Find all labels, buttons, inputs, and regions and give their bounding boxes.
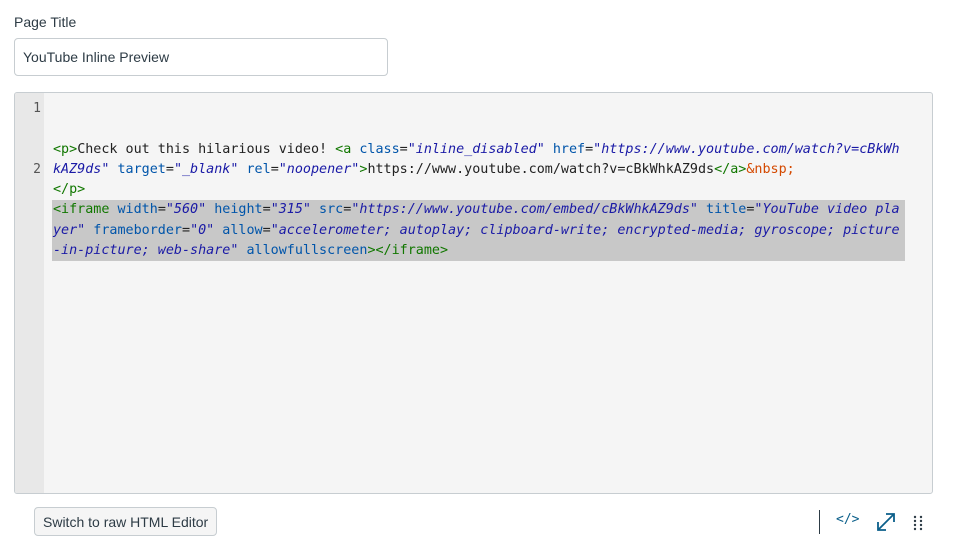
drag-handle-dots-icon[interactable] [913,515,923,531]
code-token: "noopener" [278,161,360,177]
line-number: 1 [33,101,41,116]
page-title-label: Page Title [14,14,77,30]
code-token: width [109,202,158,218]
code-token: "315" [270,202,311,218]
code-token: allow [214,222,263,238]
code-token: = [585,141,594,157]
code-token: class [351,141,400,157]
code-token: = [399,141,408,157]
code-line-2: <iframe width="560" height="315" src="ht… [52,200,905,262]
code-token: "_blank" [173,161,239,177]
code-token: </iframe> [375,243,449,259]
code-token: "560" [165,202,207,218]
toolbar-divider [819,510,820,534]
code-token: <a [335,141,352,157]
code-token: = [157,202,166,218]
code-content[interactable]: <p>Check out this hilarious video! <a cl… [52,99,905,302]
line-number-gutter: 1 2 [15,93,44,493]
code-token: <iframe [53,202,110,218]
code-token: allowfullscreen [238,243,368,259]
editor-status-bar: Switch to raw HTML Editor </> [0,500,953,548]
code-token: </a> [714,161,747,177]
code-token: &nbsp; [746,161,795,177]
code-token: = [270,161,279,177]
code-token: "0" [190,222,215,238]
code-token: frameborder [85,222,182,238]
code-brackets-icon[interactable]: </> [836,512,859,527]
code-token: height [206,202,263,218]
switch-raw-html-editor-button[interactable]: Switch to raw HTML Editor [34,507,218,536]
code-token: target [109,161,166,177]
code-token: href [544,141,586,157]
code-token: Check out this hilarious video! [77,141,336,157]
code-token: = [262,222,271,238]
page-title-input[interactable] [14,38,388,76]
expand-diagonal-icon[interactable] [874,510,898,534]
code-token: </p> [53,182,86,198]
html-code-editor[interactable]: 1 2 <p>Check out this hilarious video! <… [14,92,933,494]
code-token: <p> [53,141,78,157]
code-line-1: <p>Check out this hilarious video! <a cl… [53,140,904,201]
code-token: "https://www.youtube.com/embed/cBkWhkAZ9… [351,202,698,218]
code-token: = [182,222,191,238]
code-token: https://www.youtube.com/watch?v=cBkWhkAZ… [367,161,715,177]
line-number: 2 [33,162,41,177]
code-token: "inline_disabled" [407,141,545,157]
code-token: src [311,202,344,218]
code-token: = [262,202,271,218]
code-token: > [367,243,376,259]
code-token: title [697,202,747,218]
code-token: = [165,161,174,177]
code-token: rel [238,161,271,177]
